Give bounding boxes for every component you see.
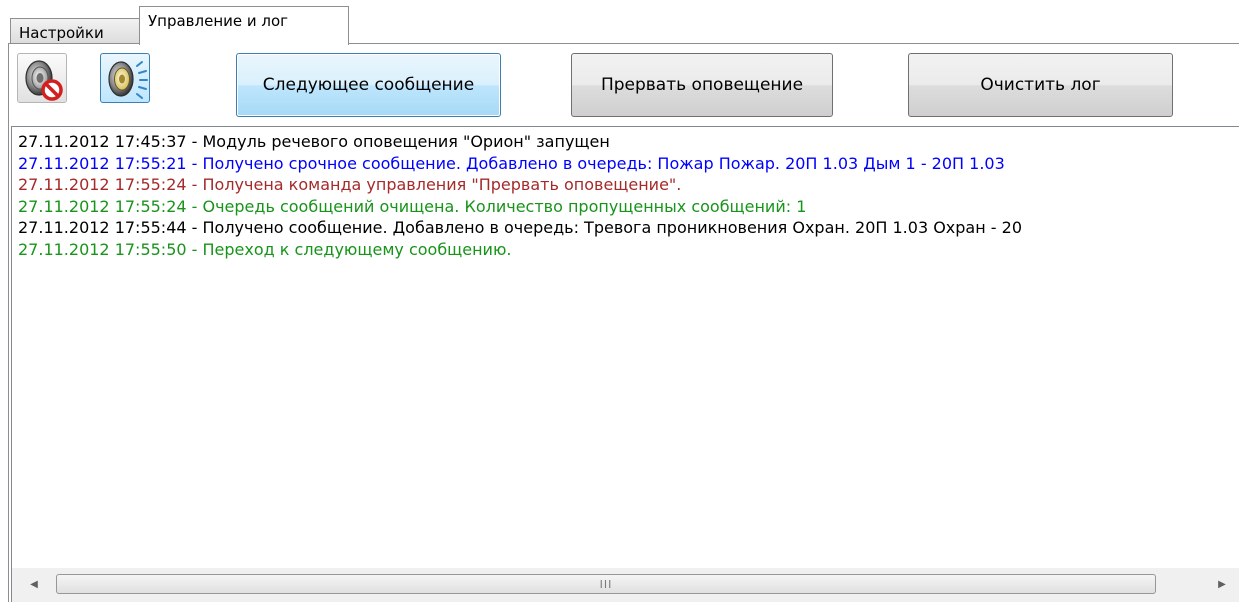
speaker-muted-icon (25, 60, 63, 101)
tab-control-and-log[interactable]: Управление и лог (139, 6, 349, 45)
app-window: Настройки Управление и лог Следующее соо… (0, 0, 1239, 602)
tab-strip: Настройки Управление и лог (0, 0, 1239, 45)
log-line: 27.11.2012 17:55:44 - Получено сообщение… (18, 218, 1022, 237)
log-line: 27.11.2012 17:45:37 - Модуль речевого оп… (18, 132, 610, 151)
log-lines: 27.11.2012 17:45:37 - Модуль речевого оп… (18, 131, 1239, 260)
tab-settings[interactable]: Настройки (10, 18, 140, 44)
clear-log-button[interactable]: Очистить лог (908, 53, 1173, 117)
log-line: 27.11.2012 17:55:50 - Переход к следующе… (18, 239, 512, 259)
stop-alert-button[interactable]: Прервать оповещение (571, 53, 833, 117)
scroll-right-arrow-icon[interactable]: ▶ (1208, 573, 1236, 597)
horizontal-scrollbar[interactable]: ◀ III ▶ (11, 568, 1239, 602)
mute-button[interactable] (17, 53, 67, 103)
log-area[interactable]: 27.11.2012 17:45:37 - Модуль речевого оп… (11, 126, 1239, 568)
next-message-button[interactable]: Следующее сообщение (236, 53, 501, 117)
log-line: 27.11.2012 17:55:21 - Получено срочное с… (18, 153, 1005, 173)
speaker-sound-icon (108, 61, 148, 99)
sound-button[interactable] (100, 53, 150, 103)
log-line: 27.11.2012 17:55:24 - Получена команда у… (18, 175, 682, 194)
scrollbar-grip-icon: III (599, 578, 613, 591)
scrollbar-thumb[interactable]: III (56, 574, 1156, 594)
scroll-left-arrow-icon[interactable]: ◀ (20, 573, 48, 597)
log-line: 27.11.2012 17:55:24 - Очередь сообщений … (18, 196, 807, 216)
